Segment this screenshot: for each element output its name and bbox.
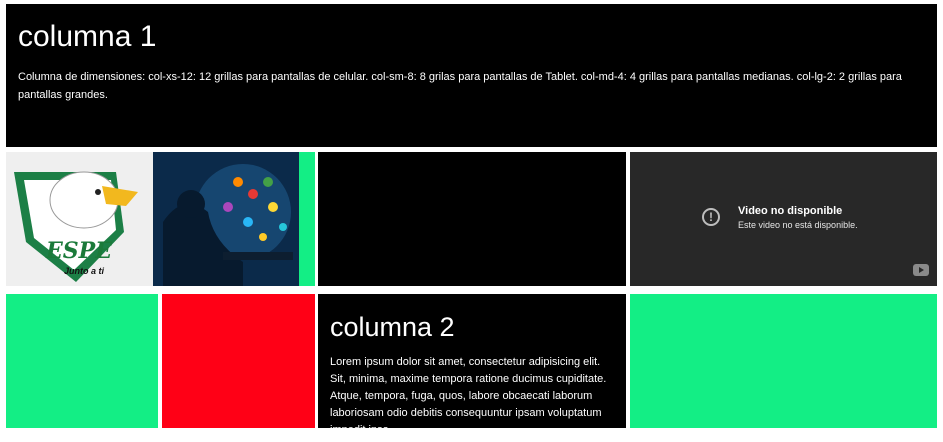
video-subtitle: Este video no está disponible.: [738, 220, 858, 230]
green-block-left: [6, 294, 158, 428]
green-block-right: [630, 294, 937, 428]
espe-logo-text: ESPE: [46, 238, 112, 264]
column-2-block: columna 2 Lorem ipsum dolor sit amet, co…: [318, 294, 626, 428]
column-2-title: columna 2: [330, 312, 455, 342]
espe-logo-image: ESPE Junto a ti: [6, 152, 153, 286]
column-1-text: Columna de dimensiones: col-xs-12: 12 gr…: [18, 71, 902, 101]
video-unavailable-message: ! Video no disponible Este video no está…: [702, 204, 858, 232]
video-player[interactable]: ! Video no disponible Este video no está…: [630, 152, 937, 286]
column-1-title: columna 1: [18, 20, 157, 53]
black-block: [318, 152, 626, 286]
espe-tagline: Junto a ti: [64, 266, 104, 276]
video-title: Video no disponible: [738, 205, 843, 217]
social-network-illustration: [153, 152, 299, 286]
technology-image: [153, 152, 299, 286]
alert-icon: !: [702, 208, 720, 226]
column-2-text: Lorem ipsum dolor sit amet, consectetur …: [330, 356, 607, 428]
youtube-icon[interactable]: [913, 264, 929, 276]
red-block: [162, 294, 315, 428]
green-strip: [299, 152, 315, 286]
column-1-block: columna 1 Columna de dimensiones: col-xs…: [6, 4, 937, 147]
